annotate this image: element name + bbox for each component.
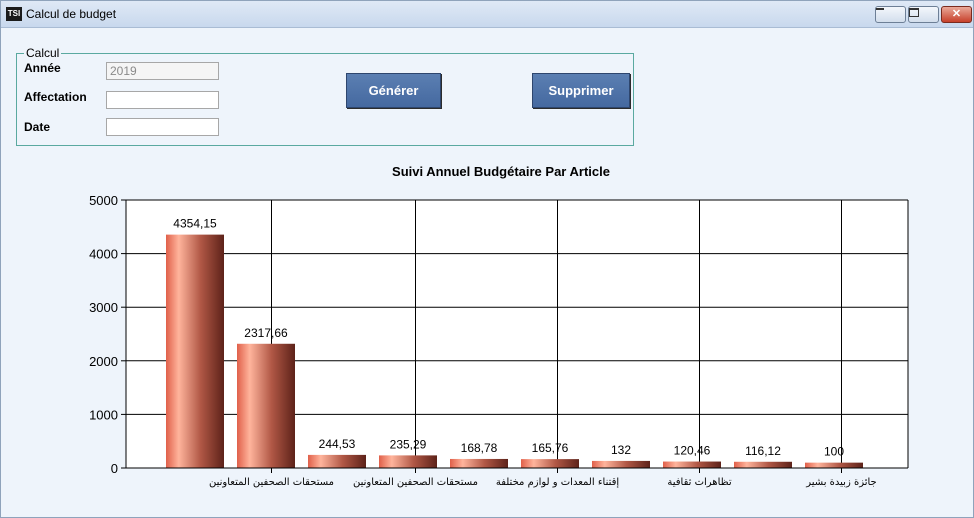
x-tick-label: إقتناء المعدات و لوازم مختلفة: [496, 477, 620, 488]
bar-value-label: 132: [611, 443, 631, 457]
bar: [805, 462, 863, 468]
bar-value-label: 244,53: [319, 437, 356, 451]
bar: [592, 460, 650, 468]
close-icon: ✕: [951, 8, 962, 20]
budget-chart: 4354,15 2317,66 244,53 235,29 168,78 165,76 13…: [89, 193, 909, 488]
bar-value-label: 4354,15: [173, 217, 217, 231]
bar: [663, 461, 721, 468]
bar: [734, 461, 792, 468]
bar: [521, 459, 579, 468]
title-bar[interactable]: TSI Calcul de budget ✕: [1, 1, 973, 28]
affectation-label: Affectation: [24, 90, 87, 104]
date-label: Date: [24, 120, 51, 134]
app-window: TSI Calcul de budget ✕ Calcul Année Affe…: [0, 0, 974, 518]
y-tick-label: 2000: [89, 354, 118, 369]
x-tick-label: تظاهرات ثقافية: [667, 477, 731, 488]
bar-value-label: 120,46: [674, 444, 711, 458]
bar-value-label: 235,29: [390, 437, 427, 451]
chart-title: Suivi Annuel Budgétaire Par Article: [392, 164, 610, 179]
bar-value-label: 165,76: [532, 441, 569, 455]
supprimer-button[interactable]: Supprimer: [532, 73, 630, 108]
maximize-button[interactable]: [908, 6, 939, 23]
close-button[interactable]: ✕: [941, 6, 972, 23]
minimize-button[interactable]: [875, 6, 906, 23]
bar: [237, 343, 295, 468]
generer-button[interactable]: Générer: [346, 73, 441, 108]
annee-field[interactable]: [106, 62, 219, 80]
bar: [166, 234, 224, 468]
y-tick-label: 4000: [89, 247, 118, 262]
annee-label: Année: [24, 61, 61, 75]
bar: [450, 458, 508, 468]
x-tick-label: مستحقات الصحفين المتعاونين: [209, 477, 334, 488]
maximize-icon: [909, 8, 919, 17]
bar: [308, 454, 366, 468]
bar-value-label: 100: [824, 445, 844, 459]
bar: [379, 455, 437, 468]
bar-value-label: 2317,66: [244, 326, 288, 340]
affectation-field[interactable]: [106, 91, 219, 109]
window-title: Calcul de budget: [26, 7, 117, 21]
x-tick-label: مستحقات الصحفين المتعاونين: [353, 477, 478, 488]
x-tick-label: جائزة زبيدة بشير: [805, 477, 876, 488]
y-tick-label: 1000: [89, 407, 118, 422]
bar-value-label: 168,78: [461, 441, 498, 455]
date-field[interactable]: [106, 118, 219, 136]
bar-value-label: 116,12: [745, 444, 781, 458]
y-tick-label: 3000: [89, 300, 118, 315]
calcul-group-label: Calcul: [26, 46, 60, 60]
minimize-icon: [876, 8, 884, 10]
app-icon: TSI: [6, 7, 22, 21]
y-tick-label: 5000: [89, 193, 118, 208]
y-tick-label: 0: [111, 461, 118, 476]
